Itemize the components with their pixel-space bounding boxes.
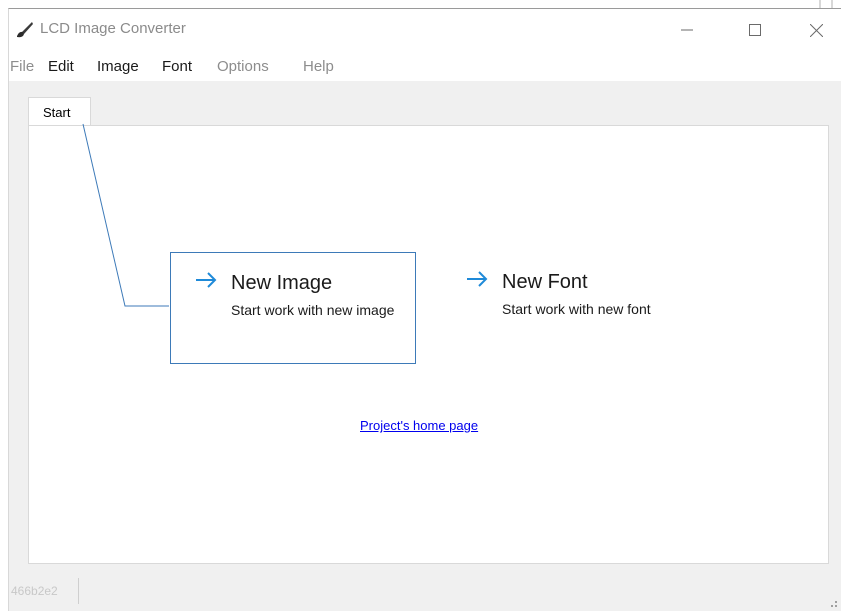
new-font-title: New Font xyxy=(502,271,588,293)
menu-options[interactable]: Options xyxy=(217,58,269,75)
minimize-button[interactable] xyxy=(664,9,710,51)
brush-icon xyxy=(17,22,33,38)
new-image-title: New Image xyxy=(231,272,333,294)
menu-bar: File Edit Image Font Options Help xyxy=(9,51,841,81)
menu-edit[interactable]: Edit xyxy=(48,58,74,75)
menu-font[interactable]: Font xyxy=(162,58,192,75)
background-window-edge xyxy=(819,0,833,8)
app-window: LCD Image Converter File Edit Image Font… xyxy=(8,8,841,611)
new-font-description: Start work with new font xyxy=(502,301,651,317)
resize-grip-icon[interactable] xyxy=(827,597,837,607)
status-bar-text: 466b2e2 xyxy=(9,578,79,604)
new-font-button[interactable]: New Font Start work with new font xyxy=(442,252,702,364)
arrow-right-icon xyxy=(196,272,217,288)
new-image-button[interactable]: New Image Start work with new image xyxy=(170,252,416,364)
new-image-description: Start work with new image xyxy=(231,302,395,318)
menu-help[interactable]: Help xyxy=(303,58,334,75)
close-icon xyxy=(809,23,823,37)
menu-image[interactable]: Image xyxy=(97,58,139,75)
window-title: LCD Image Converter xyxy=(40,20,186,37)
title-bar[interactable]: LCD Image Converter xyxy=(9,9,841,51)
tab-start-label: Start xyxy=(43,105,71,120)
start-page: New Image Start work with new image New … xyxy=(28,125,829,564)
tab-start[interactable]: Start xyxy=(28,97,91,126)
arrow-right-icon xyxy=(467,271,488,287)
maximize-icon xyxy=(749,24,761,36)
minimize-icon xyxy=(681,29,693,31)
project-home-link[interactable]: Project's home page xyxy=(360,418,478,433)
tab-strip: Start xyxy=(9,81,841,126)
maximize-button[interactable] xyxy=(732,9,778,51)
menu-file[interactable]: File xyxy=(10,58,34,75)
close-button[interactable] xyxy=(793,9,839,51)
